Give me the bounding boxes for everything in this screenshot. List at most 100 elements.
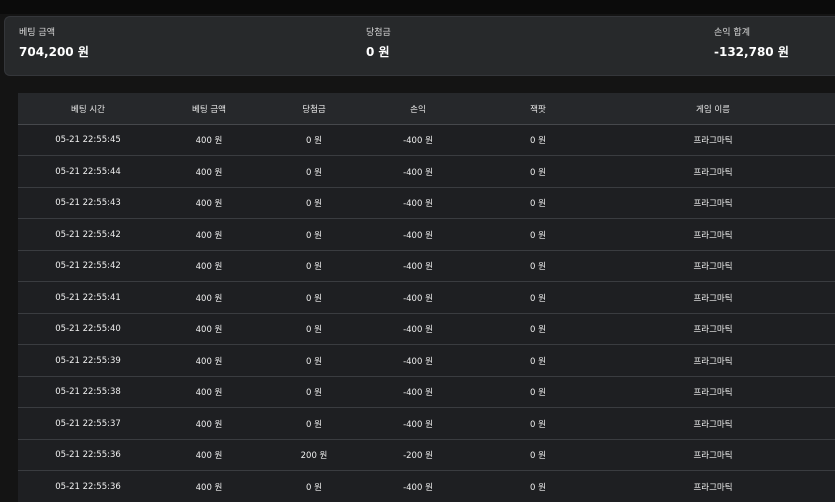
cell-bet-time: 05-21 22:55:44	[55, 166, 121, 177]
cell-bet-amount: 400 원	[195, 262, 223, 272]
cell-winnings: 0 원	[306, 199, 322, 209]
cell-bet-amount: 400 원	[195, 356, 223, 367]
cell-winnings: 0 원	[306, 293, 322, 304]
winnings-label: 당첨금	[366, 28, 391, 38]
cell-bet-time: 05-21 22:55:37	[55, 418, 121, 429]
cell-game-name: 프라그마틱	[693, 199, 733, 209]
cell-bet-time: 05-21 22:55:45	[55, 135, 121, 145]
cell-profit: -400 원	[403, 167, 433, 178]
cell-winnings: 0 원	[306, 388, 322, 398]
table-row[interactable]: 05-21 22:55:39 400 원 0 원 -400 원 0 원 프라그마틱	[18, 346, 835, 377]
cell-winnings: 0 원	[306, 325, 322, 335]
cell-profit: -400 원	[403, 293, 433, 304]
table-row[interactable]: 05-21 22:55:36 400 원 0 원 -400 원 0 원 프라그마틱	[18, 472, 835, 502]
header-profit[interactable]: 손익	[368, 93, 468, 124]
cell-game-name: 프라그마틱	[693, 482, 733, 493]
table-row[interactable]: 05-21 22:55:40 400 원 0 원 -400 원 0 원 프라그마틱	[18, 314, 835, 345]
cell-winnings: 0 원	[306, 482, 322, 493]
cell-profit: -400 원	[403, 482, 433, 493]
cell-bet-amount: 400 원	[195, 482, 223, 493]
cell-profit: -400 원	[403, 199, 433, 209]
header-jackpot[interactable]: 잭팟	[488, 93, 588, 124]
header-game-name[interactable]: 게임 이름	[638, 93, 788, 124]
cell-bet-time: 05-21 22:55:39	[55, 355, 121, 366]
cell-bet-time: 05-21 22:55:42	[55, 229, 121, 240]
cell-game-name: 프라그마틱	[693, 451, 733, 461]
cell-winnings: 0 원	[306, 167, 322, 178]
cell-profit: -400 원	[403, 136, 433, 146]
cell-winnings: 0 원	[306, 230, 322, 241]
cell-winnings: 200 원	[300, 451, 328, 461]
cell-game-name: 프라그마틱	[693, 356, 733, 367]
cell-bet-amount: 400 원	[195, 230, 223, 241]
cell-bet-amount: 400 원	[195, 419, 223, 430]
cell-profit: -400 원	[403, 325, 433, 335]
cell-game-name: 프라그마틱	[693, 388, 733, 398]
cell-game-name: 프라그마틱	[693, 293, 733, 304]
top-bar	[0, 0, 835, 14]
bet-amount-value: 704,200 원	[19, 45, 89, 59]
cell-jackpot: 0 원	[530, 293, 546, 304]
cell-bet-amount: 400 원	[195, 451, 223, 461]
header-bet-time[interactable]: 베팅 시간	[38, 93, 138, 124]
bet-amount-label: 베팅 금액	[19, 28, 55, 38]
cell-winnings: 0 원	[306, 136, 322, 146]
table-row[interactable]: 05-21 22:55:43 400 원 0 원 -400 원 0 원 프라그마틱	[18, 188, 835, 219]
cell-profit: -400 원	[403, 230, 433, 241]
cell-jackpot: 0 원	[530, 167, 546, 178]
summary-bet-amount: 베팅 금액 704,200 원	[19, 27, 89, 60]
cell-bet-amount: 400 원	[195, 199, 223, 209]
cell-jackpot: 0 원	[530, 388, 546, 398]
profit-total-label: 손익 합계	[714, 28, 750, 38]
cell-game-name: 프라그마틱	[693, 136, 733, 146]
cell-jackpot: 0 원	[530, 419, 546, 430]
table-row[interactable]: 05-21 22:55:41 400 원 0 원 -400 원 0 원 프라그마틱	[18, 283, 835, 314]
cell-jackpot: 0 원	[530, 262, 546, 272]
summary-winnings: 당첨금 0 원	[366, 27, 391, 60]
table-row[interactable]: 05-21 22:55:42 400 원 0 원 -400 원 0 원 프라그마틱	[18, 251, 835, 282]
cell-jackpot: 0 원	[530, 199, 546, 209]
cell-jackpot: 0 원	[530, 482, 546, 493]
header-bet-amount[interactable]: 베팅 금액	[159, 93, 259, 124]
table-row[interactable]: 05-21 22:55:36 400 원 200 원 -200 원 0 원 프라그마틱	[18, 440, 835, 471]
cell-winnings: 0 원	[306, 419, 322, 430]
cell-bet-amount: 400 원	[195, 136, 223, 146]
bet-history-table: 베팅 시간 베팅 금액 당첨금 손익 잭팟 게임 이름 05-21 22:55:…	[18, 93, 835, 502]
table-row[interactable]: 05-21 22:55:37 400 원 0 원 -400 원 0 원 프라그마틱	[18, 409, 835, 440]
cell-game-name: 프라그마틱	[693, 325, 733, 335]
cell-jackpot: 0 원	[530, 136, 546, 146]
cell-bet-time: 05-21 22:55:43	[55, 198, 121, 208]
table-row[interactable]: 05-21 22:55:42 400 원 0 원 -400 원 0 원 프라그마틱	[18, 220, 835, 251]
winnings-value: 0 원	[366, 45, 390, 59]
cell-bet-time: 05-21 22:55:40	[55, 324, 121, 334]
cell-jackpot: 0 원	[530, 325, 546, 335]
table-row[interactable]: 05-21 22:55:44 400 원 0 원 -400 원 0 원 프라그마틱	[18, 157, 835, 188]
cell-bet-amount: 400 원	[195, 167, 223, 178]
table-row[interactable]: 05-21 22:55:38 400 원 0 원 -400 원 0 원 프라그마틱	[18, 377, 835, 408]
cell-winnings: 0 원	[306, 356, 322, 367]
cell-game-name: 프라그마틱	[693, 230, 733, 241]
cell-profit: -400 원	[403, 356, 433, 367]
cell-bet-amount: 400 원	[195, 325, 223, 335]
cell-jackpot: 0 원	[530, 230, 546, 241]
bet-summary-card: 베팅 금액 704,200 원 당첨금 0 원 손익 합계 -132,780 원	[4, 16, 835, 76]
cell-profit: -400 원	[403, 388, 433, 398]
summary-profit-total: 손익 합계 -132,780 원	[714, 27, 789, 60]
cell-bet-time: 05-21 22:55:38	[55, 387, 121, 397]
cell-game-name: 프라그마틱	[693, 419, 733, 430]
cell-bet-time: 05-21 22:55:36	[55, 450, 121, 460]
cell-bet-time: 05-21 22:55:41	[55, 292, 121, 303]
cell-bet-amount: 400 원	[195, 388, 223, 398]
cell-jackpot: 0 원	[530, 451, 546, 461]
cell-winnings: 0 원	[306, 262, 322, 272]
cell-profit: -200 원	[403, 451, 433, 461]
cell-bet-time: 05-21 22:55:42	[55, 261, 121, 271]
cell-jackpot: 0 원	[530, 356, 546, 367]
cell-bet-amount: 400 원	[195, 293, 223, 304]
header-winnings[interactable]: 당첨금	[264, 93, 364, 124]
cell-profit: -400 원	[403, 419, 433, 430]
cell-game-name: 프라그마틱	[693, 167, 733, 178]
cell-bet-time: 05-21 22:55:36	[55, 481, 121, 492]
cell-profit: -400 원	[403, 262, 433, 272]
table-row[interactable]: 05-21 22:55:45 400 원 0 원 -400 원 0 원 프라그마틱	[18, 125, 835, 156]
